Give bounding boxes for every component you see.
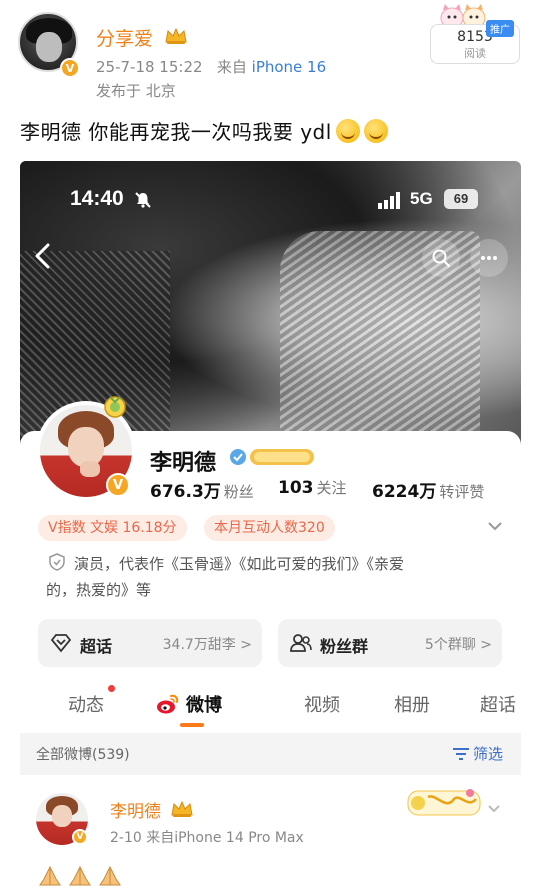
vip-badge-icon[interactable] (228, 445, 316, 469)
verified-icon: V (60, 58, 80, 78)
post-author-verified-icon: V (72, 829, 88, 845)
medal-icon (104, 396, 126, 418)
tab-weibo[interactable]: 微博 (186, 691, 222, 717)
filter-icon (452, 748, 469, 760)
source-device[interactable]: iPhone 16 (252, 58, 327, 76)
post-header: V 分享爱 25-7-18 15:22 来自 iPhone 16 发布于 北京 … (0, 0, 534, 110)
more-dots-icon (481, 256, 497, 260)
diamond-icon (50, 634, 72, 653)
promo-tag[interactable]: 推广 (486, 20, 514, 37)
crown-icon (171, 800, 193, 817)
read-count-badge: 8153 阅读 推广 (430, 2, 522, 64)
chevron-down-icon[interactable] (486, 801, 502, 817)
search-icon (432, 249, 451, 268)
tab-super-topic[interactable]: 超话 (480, 691, 516, 717)
tab-video[interactable]: 视频 (304, 691, 340, 717)
interaction-chip[interactable]: 本月互动人数320 (204, 515, 335, 541)
chevron-down-icon[interactable] (486, 517, 504, 535)
poster-name[interactable]: 分享爱 (96, 24, 153, 51)
source-prefix: 来自 (216, 58, 247, 76)
smile-emoji-icon (363, 119, 388, 143)
battery-icon: 69 (444, 189, 478, 209)
group-icon (290, 634, 312, 652)
profile-tabs: 动态 微博 视频 相册 超话 (20, 681, 521, 727)
shield-icon (49, 553, 65, 571)
notification-dot (108, 685, 115, 692)
stat-interactions[interactable]: 6224万 转评赞 (372, 477, 484, 502)
filter-button[interactable]: 筛选 (452, 743, 503, 764)
post-author-name[interactable]: 李明德 (110, 797, 161, 822)
post-location: 发布于 北京 (96, 82, 176, 100)
smile-emoji-icon (335, 119, 360, 143)
post-text: 李明德 你能再宠我一次吗我要 ydl (20, 116, 388, 145)
fan-badge-sticker-icon (407, 789, 481, 816)
back-arrow-icon[interactable] (30, 241, 58, 271)
post-body: 李明德 你能再宠我一次吗我要 ydl (20, 120, 332, 144)
profile-name: 李明德 (150, 451, 217, 476)
profile-bio: 演员，代表作《玉骨遥》《如此可爱的我们》《亲爱 的，热爱的》等 (46, 555, 405, 599)
read-label: 阅读 (464, 47, 486, 60)
post-emoji-row (38, 865, 128, 891)
crown-icon (165, 27, 187, 44)
v-index-chip[interactable]: V指数 文娱 16.18分 (38, 515, 187, 541)
network-label: 5G (410, 189, 433, 208)
all-posts-count[interactable]: 全部微博(539) (36, 744, 130, 764)
tab-album[interactable]: 相册 (394, 691, 430, 717)
weibo-icon (157, 694, 179, 714)
profile-screenshot-image[interactable]: 14:40 5G 69 V 李明德 676.3万 粉丝 103 关注 6224万… (20, 161, 521, 892)
fan-group-card[interactable]: 粉丝群 5个群聊 > (278, 619, 502, 667)
praying-hands-icon (99, 865, 121, 886)
post-timestamp: 25-7-18 15:22 (96, 58, 203, 76)
praying-hands-icon (39, 865, 61, 886)
filter-bar: 全部微博(539) 筛选 (20, 733, 521, 775)
stat-fans[interactable]: 676.3万 粉丝 (150, 477, 254, 502)
active-tab-indicator (180, 723, 204, 727)
profile-verified-icon: V (106, 473, 130, 497)
latest-post[interactable]: V 李明德 2-10 来自iPhone 14 Pro Max (20, 781, 521, 892)
bell-off-icon (135, 192, 151, 208)
super-topic-card[interactable]: 超话 34.7万甜李 > (38, 619, 262, 667)
stat-following[interactable]: 103 关注 (278, 477, 347, 498)
tab-feed[interactable]: 动态 (68, 691, 104, 717)
more-button[interactable] (470, 239, 508, 277)
praying-hands-icon (69, 865, 91, 886)
signal-icon (378, 192, 400, 209)
status-time: 14:40 (70, 187, 124, 210)
post-author-meta: 2-10 来自iPhone 14 Pro Max (110, 830, 304, 846)
search-button[interactable] (422, 239, 460, 277)
post-meta: 25-7-18 15:22 来自 iPhone 16 (96, 56, 326, 77)
